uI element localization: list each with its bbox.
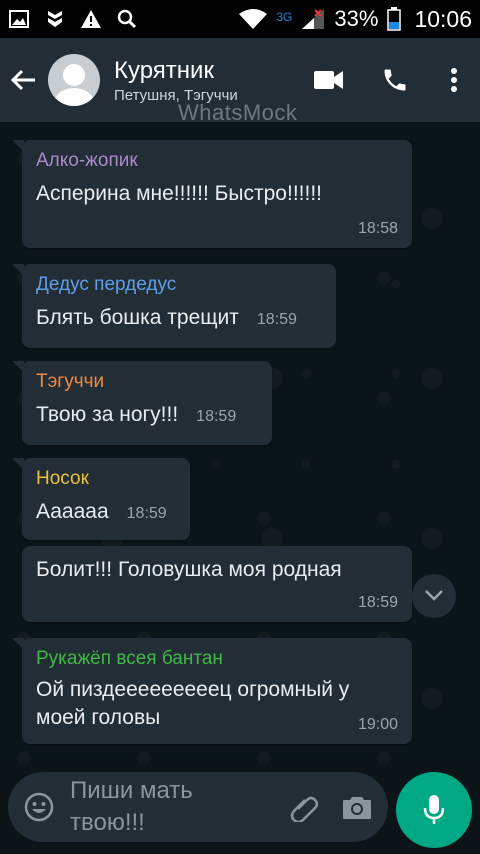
message-time: 18:59	[126, 505, 167, 522]
phone-icon	[384, 69, 406, 91]
avatar[interactable]	[48, 54, 100, 106]
message-time: 18:59	[196, 408, 237, 425]
message-bubble[interactable]: Носок Аааааа 18:59	[12, 458, 190, 540]
message-text: Блять бошка трещит	[36, 306, 239, 329]
message-time: 18:59	[256, 311, 297, 328]
message-text: Аааааа	[36, 500, 109, 523]
back-arrow-icon	[10, 69, 35, 91]
message-text: Болит!!! Головушка моя родная	[36, 558, 342, 581]
video-call-button[interactable]	[296, 38, 362, 122]
message-bubble[interactable]: Дедус пердедус Блять бошка трещит 18:59	[12, 264, 336, 348]
message-bubble[interactable]: Рукажёп всея бантан Ой пиздееееееееец ог…	[12, 638, 412, 744]
message-text: Асперина мне!!!!!! Быстро!!!!!!	[36, 182, 322, 205]
message-bubble[interactable]: Тэгуччи Твою за ногу!!! 18:59	[12, 361, 272, 445]
message-time: 19:00	[357, 716, 398, 733]
wifi-icon	[238, 8, 268, 30]
message-sender: Рукажёп всея бантан	[36, 648, 223, 669]
battery-icon	[386, 7, 402, 31]
battery-percent: 33%	[334, 6, 379, 31]
network-type-label: 3G	[276, 9, 293, 24]
message-text: Твою за ногу!!!	[36, 403, 179, 426]
voice-message-button[interactable]	[396, 772, 472, 848]
message-composer: Пиши мать твою!!!	[8, 772, 388, 842]
scroll-to-bottom-button[interactable]	[412, 574, 456, 618]
status-bar: 3G 33% 10:06	[0, 0, 480, 38]
chat-title: Курятник	[114, 56, 214, 84]
signal-icon	[300, 8, 326, 30]
chevron-down-icon	[425, 590, 443, 601]
message-sender: Носок	[36, 468, 89, 489]
message-bubble[interactable]: Болит!!! Головушка моя родная 18:59	[22, 546, 412, 622]
camera-icon	[343, 797, 371, 819]
mic-icon	[423, 795, 445, 824]
emoji-icon	[24, 792, 54, 822]
video-call-icon	[314, 71, 343, 89]
message-time: 18:58	[357, 220, 398, 237]
message-text: Ой пиздееееееееец огромный у моей головы	[36, 678, 350, 729]
message-bubble[interactable]: Алко-жопик Асперина мне!!!!!! Быстро!!!!…	[12, 140, 412, 248]
attach-button[interactable]	[278, 772, 330, 842]
image-icon	[8, 8, 30, 30]
more-options-button[interactable]	[428, 38, 480, 122]
more-vert-icon	[451, 68, 457, 92]
chat-info[interactable]: Курятник Петушня, Тэгуччи	[114, 57, 274, 104]
back-button[interactable]	[0, 38, 46, 122]
emoji-button[interactable]	[8, 772, 70, 842]
clock: 10:06	[414, 5, 472, 32]
voice-call-button[interactable]	[362, 38, 428, 122]
message-sender: Алко-жопик	[36, 150, 138, 171]
message-input[interactable]: Пиши мать твою!!!	[70, 775, 270, 839]
warning-icon	[80, 8, 102, 30]
message-list[interactable]: Алко-жопик Асперина мне!!!!!! Быстро!!!!…	[0, 122, 480, 764]
camera-button[interactable]	[330, 772, 384, 842]
search-icon	[116, 8, 138, 30]
message-sender: Тэгуччи	[36, 371, 105, 392]
shield-icon	[44, 8, 66, 30]
message-sender: Дедус пердедус	[36, 274, 177, 295]
message-time: 18:59	[357, 594, 398, 611]
attach-icon	[290, 796, 319, 822]
